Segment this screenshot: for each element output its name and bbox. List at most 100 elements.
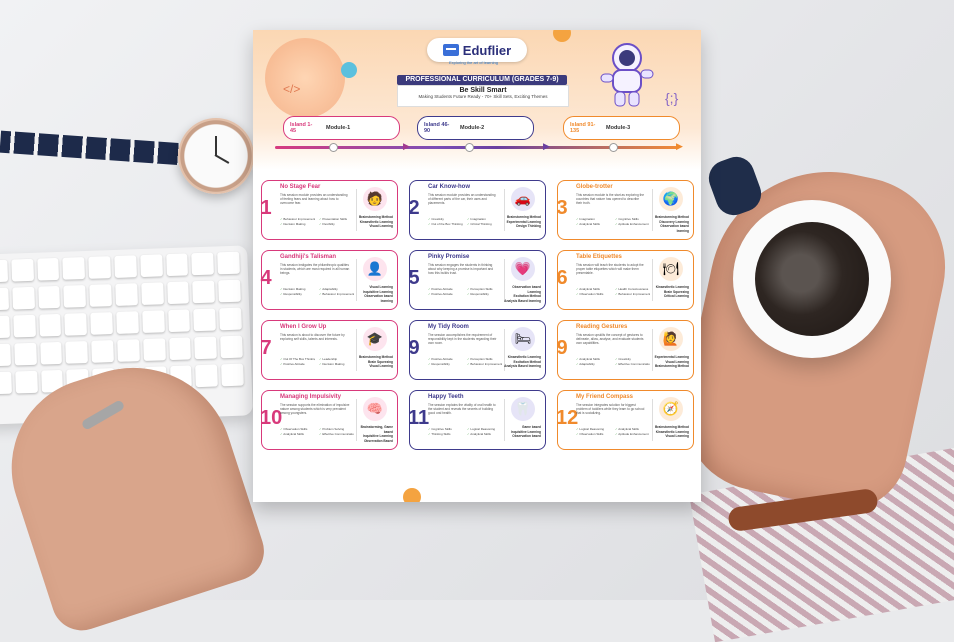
card-title: Table Etiquettes [576,254,622,260]
card-number: 3 [556,197,568,219]
method-item: Analysis Based learning [504,364,541,368]
skill-item: Imagination [576,217,611,221]
card-title: My Friend Compass [576,394,634,400]
card-number: 5 [408,267,420,289]
method-item: Visual Learning [369,364,393,368]
session-card: 9 Reading Gestures This session upskills t… [556,320,694,380]
arrow-right-icon: ▶ [403,141,410,151]
card-description: This session will teach the students to … [576,263,644,275]
dining-plate-icon: 🍽 [659,257,683,281]
skill-item: Decision Making [280,287,315,291]
skill-item: Presentation Skills [319,217,354,221]
module-label: Module-2 [460,125,485,131]
card-description: The session accomplishes the requirement… [428,333,497,345]
method-item: Brainstorming Method [359,355,393,359]
skill-item: Observation Skills [576,432,611,436]
method-item: Brainstorming, Game based [360,425,393,434]
skill-item: Positive Attitude [428,287,463,291]
card-skills: Positive Attitude Perception Skills Respon… [428,357,502,366]
skill-item: Responsibility [280,292,315,296]
card-methods: Game based Inquisitive Learning Observatio… [501,425,541,439]
card-number: 2 [408,197,420,219]
card-description: The session explains the vitality of ora… [428,403,496,415]
session-card: 3 Globe-trotter This session module is the… [556,180,694,240]
card-description: This session instigates the philanthropi… [280,263,350,275]
card-description: This session engages the students in thi… [428,263,494,275]
card-title: Globe-trotter [576,184,613,190]
skill-item: Problem Solving [319,427,354,431]
subtitle: Be Skill Smart [459,87,507,94]
skill-item: Critical Thinking [467,222,502,226]
card-number: 10 [260,407,283,429]
skill-item: Effective Communication [615,362,650,366]
method-item: Visual Learning [665,434,689,438]
curriculum-banner: PROFESSIONAL CURRICULUM (GRADES 7-9) [397,75,567,85]
skill-item: Responsibility [467,292,502,296]
skill-item: Observation Skills [576,292,611,296]
skill-item: Positive Attitude [428,357,463,361]
card-skills: Observation Skills Problem Solving Analyti… [280,427,354,436]
island-range: Island 46-90 [424,122,450,134]
wristwatch [178,118,254,194]
skill-item: Positive Attitude [280,362,315,366]
card-skills: Analytical Skills Health Consciousness Obs… [576,287,650,296]
skill-item: Behaviour Improvement [467,362,502,366]
card-skills: Logical Reasoning Analytical Skills Observ… [576,427,650,436]
method-item: Design Thinking [516,224,541,228]
session-card: 10 Managing Impulsivity The session suppor… [260,390,398,450]
planet-bottom-icon [403,488,421,502]
island-module-2: Island 46-90 Module-2 [417,116,534,140]
card-title: Managing Impulsivity [280,394,342,400]
card-description: This session upskills the concept of ges… [576,333,644,345]
card-methods: Brainstorming Method Brain Squeezing Visua… [353,355,393,369]
braces-icon: {;} [665,90,679,106]
island-range: Island 1-45 [290,122,313,134]
card-methods: Visual Learning Inquisitive Learning Obser… [353,285,393,303]
card-number: 11 [408,407,430,429]
card-methods: Brainstorming, Game based Inquisitive Lea… [353,425,393,443]
tagline: Making Students Future Ready - 70+ Skill… [418,94,548,99]
session-card: 12 My Friend Compass The session integrate… [556,390,694,450]
skill-item: Cognitive Skills [615,217,650,221]
card-methods: Brainstorming Method Experimental Learnin… [501,215,541,229]
method-item: Kinaesthetic Learning [507,355,541,359]
card-skills: Out Of The Box Thinking Leadership Positiv… [280,357,354,366]
method-item: Kinaesthetic Learning [655,285,689,289]
astronaut-icon [600,43,654,107]
card-methods: Brainstorming Method Kinaesthetic Learnin… [649,425,689,439]
session-card: 1 No Stage Fear This session module provid… [260,180,398,240]
skill-item: Aptitude Enhancement [615,222,650,226]
method-item: Brainstorming Method [655,425,689,429]
card-description: The session supports the elimination of … [280,403,350,415]
timeline-dot [609,143,618,152]
card-description: This session module is the start as expl… [576,193,645,205]
skill-item: Analytical Skills [576,287,611,291]
method-item: Critical Learning [663,294,689,298]
code-icon: </> [283,82,301,96]
card-methods: Brainstorming Method Discovery Learning Ob… [649,215,689,233]
card-description: This session is about to discover the fu… [280,333,345,341]
globe-icon: 🌍 [659,187,683,211]
brain-icon: 🧠 [363,397,387,421]
method-item: Analysis Based learning [504,298,541,303]
card-description: The session integrates solution for bigg… [576,403,645,415]
skill-item: Health Consciousness [615,287,650,291]
method-item: Brainstorming Method [507,215,541,219]
session-card: 6 Table Etiquettes This session will teach… [556,250,694,310]
skill-item: Behaviour Improvement [615,292,650,296]
skill-item: Responsibility [428,362,463,366]
method-item: Observation Based [363,438,393,443]
gestures-icon: 🙋 [659,327,683,351]
card-description: This session module provides an understa… [280,193,348,205]
skill-item: Creativity [615,357,650,361]
skill-item: Adaptability [319,287,354,291]
skill-item: Perception Skills [467,287,502,291]
compass-icon: 🧭 [659,397,683,421]
island-module-1: Island 1-45 Module-1 [283,116,400,140]
card-methods: Kinaesthetic Learning Brain Squeezing Crit… [649,285,689,299]
skill-item: Analytical Skills [467,432,502,436]
session-card: 2 Car Know-how This session module provide… [408,180,546,240]
skill-item: Observation Skills [280,427,315,431]
heart-hands-icon: 💗 [511,257,535,281]
skill-item: Logical Reasoning [467,427,502,431]
